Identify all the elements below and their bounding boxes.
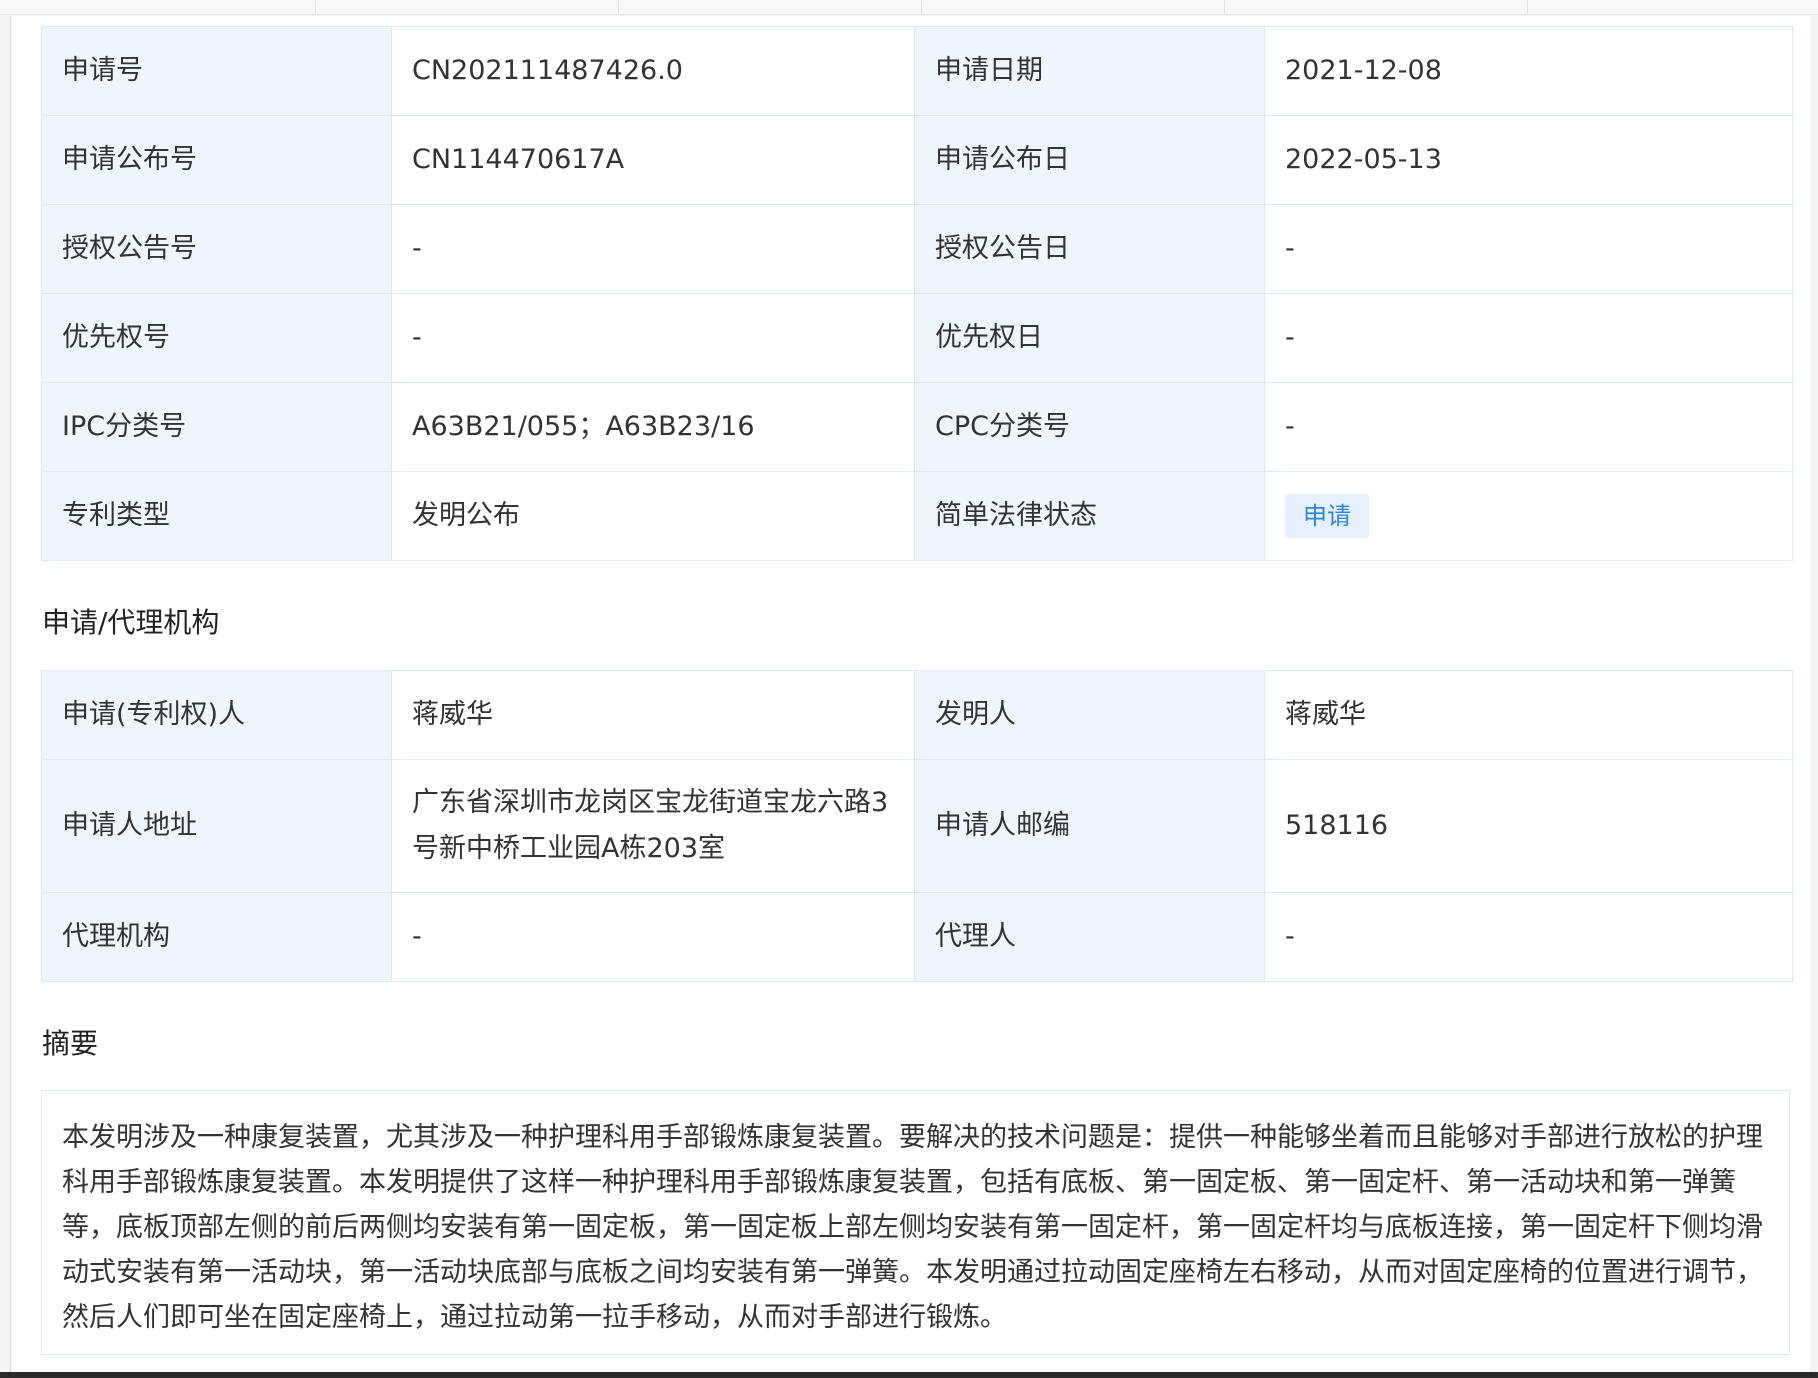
table-row: 申请人地址 广东省深圳市龙岗区宝龙街道宝龙六路3号新中桥工业园A栋203室 申请… [41,759,1793,893]
field-label: CPC分类号 [914,382,1265,472]
top-tab[interactable] [0,0,316,15]
field-label: 申请(专利权)人 [41,670,392,760]
abstract-text: 本发明涉及一种康复装置，尤其涉及一种护理科用手部锻炼康复装置。要解决的技术问题是… [41,1090,1790,1355]
field-label: 申请人地址 [41,759,392,893]
table-row: 申请(专利权)人 蒋威华 发明人 蒋威华 [41,670,1793,760]
field-value: 蒋威华 [1264,670,1793,760]
top-tab[interactable] [922,0,1225,15]
field-value: - [1264,382,1793,472]
field-label: 发明人 [914,670,1265,760]
table-row: 申请号 CN202111487426.0 申请日期 2021-12-08 [41,26,1793,116]
field-value: 蒋威华 [391,670,915,760]
field-value: A63B21/055；A63B23/16 [391,382,915,472]
left-border [10,16,11,1378]
table-row: IPC分类号 A63B21/055；A63B23/16 CPC分类号 - [41,382,1793,472]
basic-info-table: 申请号 CN202111487426.0 申请日期 2021-12-08 申请公… [41,26,1793,561]
field-label: 简单法律状态 [914,471,1265,561]
table-row: 专利类型 发明公布 简单法律状态 申请 [41,471,1793,561]
agency-table: 申请(专利权)人 蒋威华 发明人 蒋威华 申请人地址 广东省深圳市龙岗区宝龙街道… [41,670,1793,982]
field-value: - [1264,293,1793,383]
field-label: 代理人 [914,892,1265,982]
top-tab[interactable] [316,0,619,15]
top-tab[interactable] [619,0,922,15]
table-row: 代理机构 - 代理人 - [41,892,1793,982]
field-label: 授权公告日 [914,204,1265,294]
field-value: - [1264,204,1793,294]
field-label: 代理机构 [41,892,392,982]
field-label: 申请日期 [914,26,1265,116]
field-label: 申请公布日 [914,115,1265,205]
table-row: 申请公布号 CN114470617A 申请公布日 2022-05-13 [41,115,1793,205]
field-value: 518116 [1264,759,1793,893]
section-title-agency: 申请/代理机构 [42,606,220,639]
legal-status-cell: 申请 [1264,471,1793,561]
top-tab[interactable] [1528,0,1818,15]
field-value: CN202111487426.0 [391,26,915,116]
field-value: CN114470617A [391,115,915,205]
field-label: 申请号 [41,26,392,116]
field-label: 申请人邮编 [914,759,1265,893]
top-tab[interactable] [1225,0,1528,15]
field-label: 优先权号 [41,293,392,383]
table-row: 优先权号 - 优先权日 - [41,293,1793,383]
field-value: 2021-12-08 [1264,26,1793,116]
field-value: 2022-05-13 [1264,115,1793,205]
legal-status-badge: 申请 [1285,494,1369,538]
bottom-bar [0,1372,1818,1378]
field-value: 发明公布 [391,471,915,561]
table-row: 授权公告号 - 授权公告日 - [41,204,1793,294]
field-value: - [391,204,915,294]
field-label: IPC分类号 [41,382,392,472]
field-label: 专利类型 [41,471,392,561]
field-value: - [1264,892,1793,982]
applicant-address: 广东省深圳市龙岗区宝龙街道宝龙六路3号新中桥工业园A栋203室 [391,759,915,893]
field-value: - [391,892,915,982]
top-tab-strip [0,0,1818,16]
field-value: - [391,293,915,383]
field-label: 优先权日 [914,293,1265,383]
field-label: 申请公布号 [41,115,392,205]
field-label: 授权公告号 [41,204,392,294]
section-title-abstract: 摘要 [42,1027,99,1060]
